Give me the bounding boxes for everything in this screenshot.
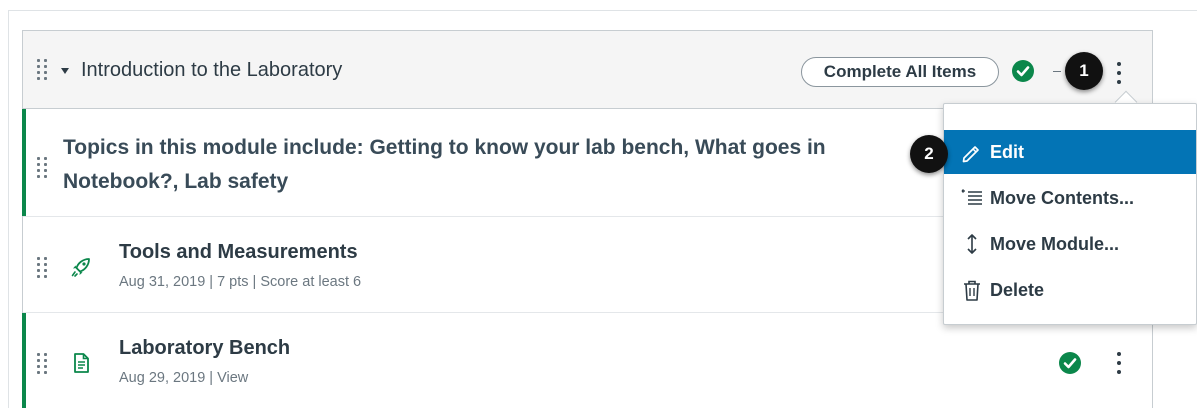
page-icon [74, 353, 89, 373]
item-title[interactable]: Tools and Measurements [119, 241, 358, 264]
item-meta: Aug 31, 2019 | 7 pts | Score at least 6 [119, 274, 362, 290]
subheader-text: Topics in this module include: Getting t… [63, 136, 826, 193]
module-options-icon[interactable] [1116, 62, 1122, 84]
divider [1053, 71, 1061, 72]
drag-handle-icon[interactable] [37, 257, 49, 279]
step-callout-2: 2 [910, 135, 948, 173]
step-callout-1: 1 [1065, 52, 1103, 90]
published-indicator-bar [22, 313, 26, 408]
published-indicator-bar [22, 109, 26, 216]
module-title[interactable]: Introduction to the Laboratory [81, 59, 342, 82]
collapse-caret-icon[interactable] [61, 68, 69, 74]
menu-item-label: Move Contents... [990, 188, 1135, 208]
drag-handle-icon[interactable] [37, 157, 49, 179]
pencil-icon [962, 146, 979, 163]
menu-item-edit[interactable]: Edit [944, 130, 1196, 174]
item-options-icon[interactable] [1116, 352, 1122, 374]
item-title[interactable]: Laboratory Bench [119, 337, 290, 360]
item-meta: Aug 29, 2019 | View [119, 370, 249, 386]
module-item-row[interactable]: Laboratory Bench Aug 29, 2019 | View [22, 313, 1152, 408]
module-header[interactable]: Introduction to the Laboratory Complete … [23, 31, 1152, 109]
menu-item-label: Delete [990, 280, 1045, 300]
menu-item-delete[interactable]: Delete [944, 268, 1196, 312]
module-options-menu: Edit Move Contents... Move Module... Del… [943, 103, 1197, 325]
published-check-icon[interactable] [1012, 60, 1034, 82]
move-vertical-icon [967, 234, 977, 254]
menu-item-label: Edit [990, 142, 1024, 162]
menu-item-move-module[interactable]: Move Module... [944, 222, 1196, 266]
complete-all-items-button[interactable]: Complete All Items [801, 57, 999, 87]
menu-item-move-contents[interactable]: Move Contents... [944, 176, 1196, 220]
menu-item-label: Move Module... [990, 234, 1120, 254]
drag-handle-icon[interactable] [37, 353, 49, 375]
drag-handle-icon[interactable] [37, 59, 49, 81]
rocket-icon [71, 258, 90, 277]
move-contents-icon [961, 189, 982, 205]
trash-icon [964, 280, 980, 301]
published-check-icon[interactable] [1059, 352, 1081, 374]
